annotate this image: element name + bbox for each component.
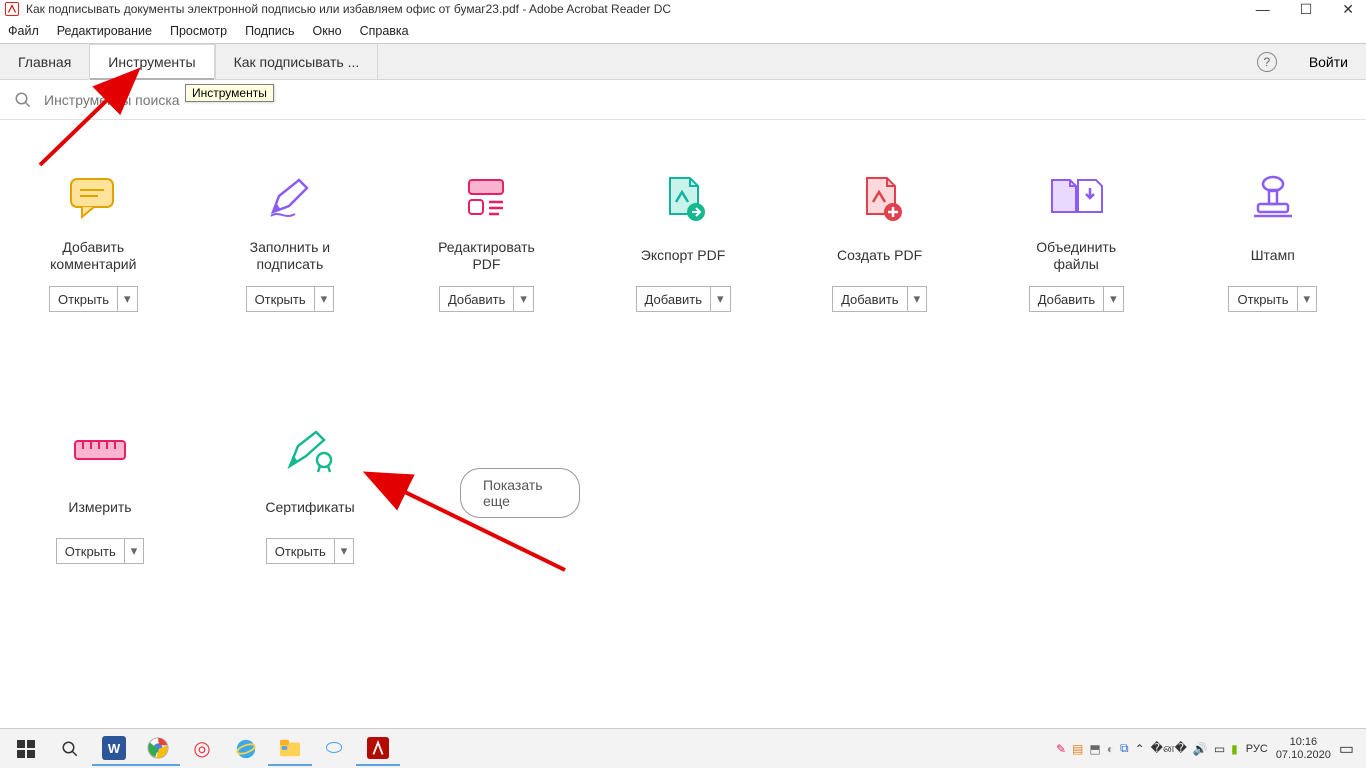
pen-icon <box>265 170 315 226</box>
taskbar-time: 10:16 <box>1276 736 1331 748</box>
taskbar-date: 07.10.2020 <box>1276 749 1331 761</box>
menu-view[interactable]: Просмотр <box>170 24 227 38</box>
ruler-icon <box>73 422 127 478</box>
menu-window[interactable]: Окно <box>313 24 342 38</box>
tool-label: Создать PDF <box>837 238 922 274</box>
comment-icon <box>68 170 118 226</box>
tool-label: Заполнить и подписать <box>237 238 344 274</box>
tool-stamp[interactable]: Штамп Открыть▾ <box>1219 170 1326 312</box>
tab-document[interactable]: Как подписывать ... <box>215 44 379 79</box>
volume-icon[interactable]: 🔊 <box>1193 742 1208 756</box>
tool-open-button[interactable]: Открыть▾ <box>56 538 145 564</box>
certificate-icon <box>284 422 336 478</box>
keyboard-language[interactable]: РУС <box>1246 743 1268 755</box>
login-button[interactable]: Войти <box>1291 44 1366 79</box>
menu-file[interactable]: Файл <box>8 24 39 38</box>
start-button[interactable] <box>4 732 48 766</box>
menu-edit[interactable]: Редактирование <box>57 24 152 38</box>
tool-label: Добавить комментарий <box>40 238 147 274</box>
create-pdf-icon <box>855 170 905 226</box>
tool-label: Экспорт PDF <box>641 238 726 274</box>
taskbar-acrobat-icon[interactable] <box>356 732 400 766</box>
tool-label: Измерить <box>68 490 131 526</box>
tool-fill-sign[interactable]: Заполнить и подписать Открыть▾ <box>237 170 344 312</box>
tool-measure[interactable]: Измерить Открыть▾ <box>40 422 160 564</box>
tool-open-button[interactable]: Открыть▾ <box>266 538 355 564</box>
tray-icon[interactable]: ⌃ <box>1135 742 1145 756</box>
tab-tools[interactable]: Инструменты <box>89 44 214 80</box>
tool-open-button[interactable]: Добавить▾ <box>1029 286 1124 312</box>
battery-icon[interactable]: ▭ <box>1214 742 1225 756</box>
window-title: Как подписывать документы электронной по… <box>26 2 1256 16</box>
menu-sign[interactable]: Подпись <box>245 24 294 38</box>
edit-pdf-icon <box>461 170 511 226</box>
taskbar-word-icon[interactable]: W <box>92 732 136 766</box>
wifi-icon[interactable]: �ன� <box>1151 741 1187 757</box>
tool-label: Штамп <box>1251 238 1295 274</box>
help-button[interactable]: ? <box>1243 44 1291 79</box>
svg-text:W: W <box>108 741 121 756</box>
tool-open-button[interactable]: Добавить▾ <box>439 286 534 312</box>
tool-create-pdf[interactable]: Создать PDF Добавить▾ <box>826 170 933 312</box>
export-pdf-icon <box>658 170 708 226</box>
tool-open-button[interactable]: Открыть▾ <box>1228 286 1317 312</box>
tray-icon[interactable]: ▮ <box>1231 742 1238 756</box>
app-icon <box>4 1 20 17</box>
tray-icons[interactable]: ✎ ▤ ⬒ ◐ ⧉ ⌃ �ன� 🔊 ▭ ▮ <box>1056 741 1238 757</box>
tray-icon[interactable]: ◐ <box>1107 742 1114 756</box>
taskbar-chrome-icon[interactable] <box>136 732 180 766</box>
tool-certificates[interactable]: Сертификаты Открыть▾ <box>250 422 370 564</box>
window-titlebar: Как подписывать документы электронной по… <box>0 0 1366 18</box>
tools-grid: Добавить комментарий Открыть▾ Заполнить … <box>0 120 1366 728</box>
tool-label: Сертификаты <box>265 490 354 526</box>
taskbar-app2-icon[interactable]: ⬭ <box>312 732 356 766</box>
tray-icon[interactable]: ▤ <box>1072 742 1083 756</box>
taskbar: W ◎ ⬭ ✎ ▤ ⬒ ◐ ⧉ ⌃ �ன� 🔊 ▭ ▮ РУС 10:16 07… <box>0 728 1366 768</box>
taskbar-explorer-icon[interactable] <box>268 732 312 766</box>
tray-icon[interactable]: ✎ <box>1056 742 1066 756</box>
tool-label: Объединить файлы <box>1023 238 1130 274</box>
tool-open-button[interactable]: Добавить▾ <box>636 286 731 312</box>
tab-home[interactable]: Главная <box>0 44 89 79</box>
menu-help[interactable]: Справка <box>360 24 409 38</box>
tool-open-button[interactable]: Добавить▾ <box>832 286 927 312</box>
tooltip: Инструменты <box>185 84 274 102</box>
taskbar-search-icon[interactable] <box>48 732 92 766</box>
tool-add-comment[interactable]: Добавить комментарий Открыть▾ <box>40 170 147 312</box>
maximize-button[interactable]: ☐ <box>1300 1 1313 18</box>
show-more-button[interactable]: Показать еще <box>460 468 580 518</box>
tool-open-button[interactable]: Открыть▾ <box>246 286 335 312</box>
tool-label: Редактировать PDF <box>433 238 540 274</box>
tray-icon[interactable]: ⧉ <box>1120 741 1129 756</box>
taskbar-ie-icon[interactable] <box>224 732 268 766</box>
top-tabs: Главная Инструменты Как подписывать ... … <box>0 44 1366 80</box>
tool-combine-files[interactable]: Объединить файлы Добавить▾ <box>1023 170 1130 312</box>
tool-open-button[interactable]: Открыть▾ <box>49 286 138 312</box>
taskbar-app-icon[interactable]: ◎ <box>180 732 224 766</box>
tool-export-pdf[interactable]: Экспорт PDF Добавить▾ <box>630 170 737 312</box>
close-button[interactable]: ✕ <box>1342 1 1354 18</box>
minimize-button[interactable]: — <box>1256 1 1270 17</box>
tool-edit-pdf[interactable]: Редактировать PDF Добавить▾ <box>433 170 540 312</box>
stamp-icon <box>1248 170 1298 226</box>
search-icon <box>14 91 32 109</box>
combine-files-icon <box>1048 170 1104 226</box>
menu-bar: Файл Редактирование Просмотр Подпись Окн… <box>0 18 1366 44</box>
tray-icon[interactable]: ⬒ <box>1089 742 1100 756</box>
notifications-icon[interactable]: ▭ <box>1339 739 1354 759</box>
taskbar-clock[interactable]: 10:16 07.10.2020 <box>1276 736 1331 760</box>
